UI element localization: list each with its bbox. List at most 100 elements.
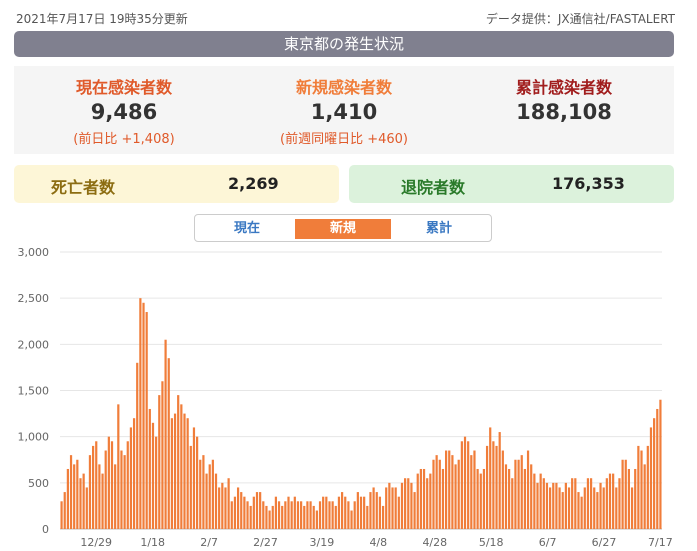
bar[interactable] [533, 473, 536, 529]
bar[interactable] [426, 478, 429, 529]
bar[interactable] [363, 496, 366, 529]
bar[interactable] [180, 404, 183, 529]
bar[interactable] [520, 455, 523, 529]
bar[interactable] [656, 408, 659, 529]
bar[interactable] [624, 459, 627, 529]
bar[interactable] [413, 492, 416, 529]
bar[interactable] [120, 450, 123, 529]
bar[interactable] [243, 496, 246, 529]
bar[interactable] [293, 496, 296, 529]
bar[interactable] [315, 510, 318, 529]
bar[interactable] [536, 482, 539, 529]
tab-current[interactable]: 現在 [199, 219, 295, 239]
bar[interactable] [170, 418, 173, 529]
bar[interactable] [183, 413, 186, 529]
bar[interactable] [287, 496, 290, 529]
bar[interactable] [385, 487, 388, 529]
bar[interactable] [501, 450, 504, 529]
bar[interactable] [526, 450, 530, 529]
bar[interactable] [259, 492, 262, 529]
bar[interactable] [457, 459, 460, 529]
bar[interactable] [132, 418, 136, 529]
bar[interactable] [69, 455, 73, 529]
bar[interactable] [85, 487, 88, 529]
bar[interactable] [602, 487, 605, 529]
bar[interactable] [637, 445, 640, 529]
bar[interactable] [549, 487, 552, 529]
bar[interactable] [489, 427, 492, 529]
bar[interactable] [95, 441, 98, 529]
bar[interactable] [454, 464, 457, 529]
bar[interactable] [202, 455, 205, 529]
bar[interactable] [199, 459, 202, 529]
bar[interactable] [79, 478, 82, 529]
bar[interactable] [495, 445, 498, 529]
bar[interactable] [123, 455, 126, 529]
bar[interactable] [66, 468, 69, 529]
bar[interactable] [173, 413, 177, 529]
bar[interactable] [561, 492, 564, 529]
bar[interactable] [608, 473, 612, 529]
bar[interactable] [552, 482, 555, 529]
bar[interactable] [331, 501, 334, 529]
bar[interactable] [643, 464, 646, 529]
bar[interactable] [60, 501, 63, 529]
bar[interactable] [435, 455, 438, 529]
bar[interactable] [410, 482, 413, 529]
bar[interactable] [82, 473, 85, 529]
bar[interactable] [571, 478, 574, 529]
bar[interactable] [564, 482, 567, 529]
bar[interactable] [378, 496, 382, 529]
bar[interactable] [583, 487, 586, 529]
bar[interactable] [612, 473, 615, 529]
bar[interactable] [432, 459, 435, 529]
bar[interactable] [407, 478, 410, 529]
bar[interactable] [73, 464, 76, 529]
bar[interactable] [303, 505, 306, 529]
bar[interactable] [196, 436, 199, 529]
bar[interactable] [555, 482, 558, 529]
bar[interactable] [145, 312, 148, 529]
bar[interactable] [344, 496, 347, 529]
bar[interactable] [136, 362, 139, 529]
bar[interactable] [325, 496, 328, 529]
bar[interactable] [281, 505, 284, 529]
bar[interactable] [353, 501, 356, 529]
bar[interactable] [290, 501, 293, 529]
bar[interactable] [567, 487, 571, 529]
bar[interactable] [262, 501, 265, 529]
bar[interactable] [445, 450, 448, 529]
bar[interactable] [593, 487, 596, 529]
bar[interactable] [596, 492, 599, 529]
bar[interactable] [268, 510, 271, 529]
bar[interactable] [463, 436, 467, 529]
bar[interactable] [492, 441, 495, 529]
bar[interactable] [98, 464, 101, 529]
bar[interactable] [504, 464, 508, 529]
bar[interactable] [309, 501, 312, 529]
bar[interactable] [451, 455, 454, 529]
bar[interactable] [394, 487, 397, 529]
bar[interactable] [271, 505, 274, 529]
tab-total[interactable]: 累計 [391, 219, 487, 239]
bar[interactable] [337, 496, 341, 529]
bar[interactable] [227, 478, 230, 529]
bar[interactable] [161, 381, 164, 529]
bar[interactable] [211, 459, 214, 529]
bar[interactable] [164, 339, 167, 529]
bar[interactable] [473, 450, 476, 529]
bar[interactable] [350, 510, 353, 529]
bar[interactable] [151, 422, 155, 529]
bar[interactable] [422, 468, 426, 529]
bar[interactable] [517, 459, 520, 529]
bar[interactable] [646, 445, 649, 529]
bar[interactable] [545, 482, 549, 529]
bar[interactable] [460, 441, 463, 529]
bar[interactable] [129, 427, 133, 529]
bar[interactable] [233, 496, 237, 529]
bar[interactable] [158, 395, 161, 529]
bar[interactable] [605, 478, 608, 529]
bar[interactable] [230, 501, 233, 529]
bar[interactable] [300, 501, 303, 529]
bar[interactable] [252, 496, 255, 529]
